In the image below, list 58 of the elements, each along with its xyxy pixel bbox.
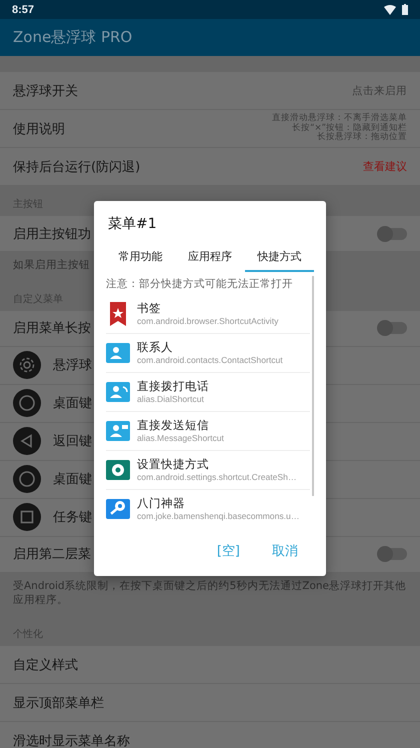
item-title: 设置快捷方式 [137, 458, 210, 472]
circle-icon [13, 389, 41, 418]
row-label: 悬浮球 [53, 357, 92, 374]
item-title: 直接拨打电话 [137, 380, 209, 394]
shortcut-item[interactable]: 直接拨打电话 alias.DialShortcut [106, 373, 310, 412]
help-text: 长按“×”按钮：隐藏到通知栏 [292, 124, 407, 133]
row-label: 返回键 [53, 433, 92, 450]
row-label: 任务键 [53, 509, 92, 526]
item-title: 直接发送短信 [137, 419, 210, 433]
settings-row[interactable]: 使用说明 直接滑动悬浮球：不离手滑选菜单 长按“×”按钮：隐藏到通知栏 长按悬浮球：拖动位置 [0, 110, 420, 148]
dialog-title: 菜单#1 [107, 215, 158, 234]
settings-row[interactable]: 显示顶部菜单栏 [0, 684, 420, 722]
status-time: 8:57 [12, 4, 34, 16]
item-title: 联系人 [137, 341, 174, 355]
app-title: Zone悬浮球 PRO [13, 28, 132, 47]
row-label: 使用说明 [13, 120, 65, 138]
toggle-switch[interactable] [379, 548, 407, 560]
row-label: 桌面键 [53, 471, 92, 488]
shortcut-item[interactable]: 设置快捷方式 com.android.settings.shortcut.CreateSh… [106, 451, 310, 490]
row-label: 启用菜单长按 [13, 320, 91, 338]
notice-text: 注意：部分快捷方式可能无法正常打开 [106, 277, 294, 292]
toggle-switch[interactable] [379, 322, 407, 334]
row-label: 启用第二层菜 [13, 546, 91, 564]
shortcut-item[interactable]: 书签 com.android.browser.ShortcutActivity [106, 295, 310, 334]
settings-row[interactable]: 滑选时显示菜单名称 [0, 722, 420, 748]
settings-row[interactable]: 保持后台运行(防闪退) 查看建议 [0, 148, 420, 186]
tab[interactable]: 快捷方式 [244, 245, 314, 272]
row-label: 自定义样式 [13, 656, 78, 674]
tab[interactable]: 应用程序 [175, 245, 245, 272]
item-subtitle: com.android.contacts.ContactShortcut [137, 354, 283, 365]
item-subtitle: com.joke.bamenshenqi.basecommons.u… [137, 510, 300, 521]
circle-icon [13, 465, 41, 494]
settings-row[interactable]: 悬浮球开关 点击来启用 [0, 72, 420, 110]
row-label: 启用主按钮功 [13, 226, 91, 242]
item-title: 八门神器 [137, 497, 186, 511]
item-subtitle: alias.DialShortcut [137, 394, 205, 404]
wifi-icon [384, 4, 396, 14]
toggle-switch[interactable] [379, 228, 407, 240]
shortcut-item[interactable]: 八门神器 com.joke.bamenshenqi.basecommons.u… [106, 490, 310, 528]
battery-icon [402, 4, 408, 15]
shortcut-item[interactable]: 直接发送短信 alias.MessageShortcut [106, 412, 310, 451]
help-text: 长按悬浮球：拖动位置 [317, 133, 407, 144]
row-label: 桌面键 [53, 395, 92, 412]
row-value: 点击来启用 [352, 84, 407, 98]
settings-row[interactable]: 自定义样式 [0, 646, 420, 684]
row-label: 悬浮球开关 [13, 82, 78, 100]
note-text: 如果启用主按钮 [13, 259, 90, 271]
tab[interactable]: 常用功能 [106, 245, 176, 272]
row-label: 显示顶部菜单栏 [13, 694, 104, 712]
row-label: 保持后台运行(防闪退) [13, 158, 140, 176]
item-title: 书签 [137, 302, 162, 316]
item-subtitle: com.android.browser.ShortcutActivity [137, 316, 278, 326]
help-text: 直接滑动悬浮球：不离手滑选菜单 [272, 114, 407, 123]
row-label: 滑选时显示菜单名称 [13, 732, 130, 748]
item-subtitle: com.android.settings.shortcut.CreateSh… [137, 472, 297, 482]
shortcut-item[interactable]: 联系人 com.android.contacts.ContactShortcut [106, 334, 310, 373]
gear-icon [13, 351, 41, 380]
item-subtitle: alias.MessageShortcut [137, 432, 224, 443]
